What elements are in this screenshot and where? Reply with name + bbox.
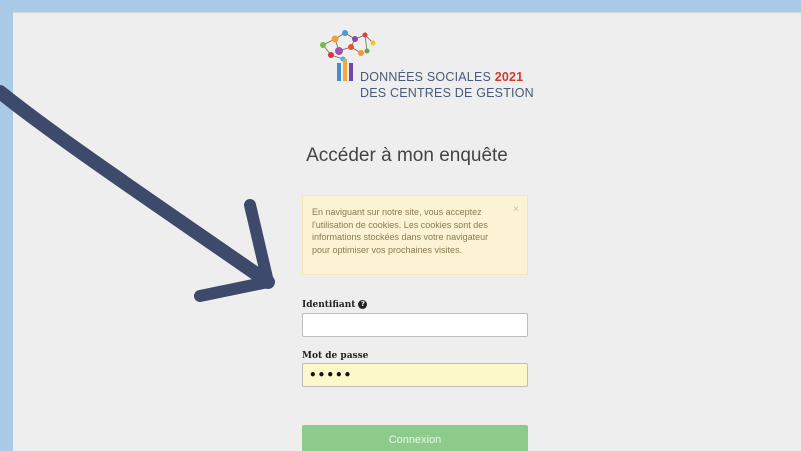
page-title: Accéder à mon enquête	[306, 145, 508, 166]
browser-viewport: DONNÉES SOCIALES 2021 DES CENTRES DE GES…	[13, 12, 801, 451]
username-label: Identifiant?	[302, 300, 368, 310]
help-icon[interactable]: ?	[358, 300, 368, 309]
username-field[interactable]	[302, 313, 528, 337]
logo-wordmark: DONNÉES SOCIALES 2021 DES CENTRES DE GES…	[360, 69, 534, 101]
logo-subtitle: DES CENTRES DE GESTION	[360, 86, 534, 100]
logo: DONNÉES SOCIALES 2021 DES CENTRES DE GES…	[313, 25, 534, 100]
username-label-text: Identifiant	[302, 300, 356, 310]
password-field[interactable]	[302, 363, 528, 387]
login-button[interactable]: Connexion	[302, 425, 528, 451]
cookie-notice-text: En naviguant sur notre site, vous accept…	[312, 207, 489, 255]
cookie-notice: En naviguant sur notre site, vous accept…	[302, 195, 528, 275]
close-icon[interactable]: ×	[513, 204, 519, 217]
logo-title: DONNÉES SOCIALES	[360, 70, 492, 84]
logo-year: 2021	[494, 70, 524, 84]
password-label: Mot de passe	[302, 351, 369, 361]
